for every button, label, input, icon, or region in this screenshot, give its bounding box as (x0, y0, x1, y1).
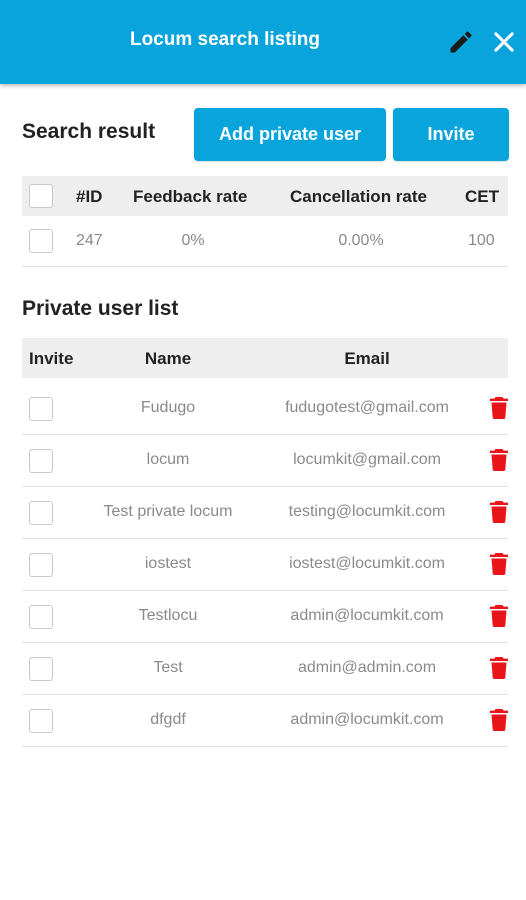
user-name: Testlocu (138, 607, 198, 624)
user-name: locum (146, 451, 190, 468)
cell-id: 247 (76, 232, 103, 249)
list-item: Fudugo fudugotest@gmail.com (22, 383, 508, 435)
row-checkbox[interactable] (29, 229, 53, 253)
column-header-id: #ID (76, 187, 103, 206)
invite-checkbox[interactable] (29, 657, 53, 681)
edit-icon[interactable] (447, 28, 475, 56)
trash-icon[interactable] (489, 396, 509, 420)
search-result-header: #ID Feedback rate Cancellation rate CET (22, 176, 508, 216)
add-private-user-button[interactable]: Add private user (194, 108, 386, 161)
user-email: testing@locumkit.com (288, 503, 446, 520)
invite-checkbox[interactable] (29, 449, 53, 473)
column-header-email: Email (344, 349, 390, 368)
list-item: Test private locum testing@locumkit.com (22, 487, 508, 539)
invite-checkbox[interactable] (29, 397, 53, 421)
private-user-list-title: Private user list (22, 297, 179, 320)
column-header-feedback-rate: Feedback rate (133, 187, 248, 206)
cell-cet: 100 (468, 232, 495, 249)
user-name: Test (153, 659, 183, 676)
list-item: locum locumkit@gmail.com (22, 435, 508, 487)
page-title-text: Locum search listing (129, 29, 321, 50)
invite-checkbox[interactable] (29, 605, 53, 629)
user-email: iostest@locumkit.com (289, 555, 445, 572)
user-email: locumkit@gmail.com (293, 451, 441, 468)
user-email: admin@locumkit.com (290, 607, 444, 624)
user-name: dfgdf (150, 711, 186, 728)
private-user-header: Invite Name Email (22, 338, 508, 378)
invite-checkbox[interactable] (29, 501, 53, 525)
invite-button[interactable]: Invite (393, 108, 509, 161)
column-header-cet: CET (465, 187, 499, 206)
list-item: Test admin@admin.com (22, 643, 508, 695)
search-result-row: 247 0% 0.00% 100 (22, 216, 508, 267)
user-name: iostest (144, 555, 192, 572)
trash-icon[interactable] (489, 500, 509, 524)
close-icon[interactable] (490, 28, 518, 56)
list-item: iostest iostest@locumkit.com (22, 539, 508, 591)
trash-icon[interactable] (489, 656, 509, 680)
user-email: fudugotest@gmail.com (285, 399, 449, 416)
search-result-title: Search result (22, 120, 156, 143)
user-email: admin@admin.com (297, 659, 437, 676)
invite-checkbox[interactable] (29, 553, 53, 577)
list-item: Testlocu admin@locumkit.com (22, 591, 508, 643)
list-item: dfgdf admin@locumkit.com (22, 695, 508, 747)
trash-icon[interactable] (489, 448, 509, 472)
user-name: Fudugo (140, 399, 196, 416)
column-header-cancellation-rate: Cancellation rate (290, 187, 427, 206)
cell-feedback-rate: 0% (181, 232, 205, 249)
invite-checkbox[interactable] (29, 709, 53, 733)
column-header-name: Name (144, 349, 192, 368)
trash-icon[interactable] (489, 604, 509, 628)
column-header-invite: Invite (29, 349, 74, 368)
trash-icon[interactable] (489, 552, 509, 576)
user-email: admin@locumkit.com (290, 711, 444, 728)
user-name: Test private locum (103, 503, 233, 520)
trash-icon[interactable] (489, 708, 509, 732)
select-all-checkbox[interactable] (29, 184, 53, 208)
app-header: Locum search listing (0, 0, 526, 84)
cell-cancellation-rate: 0.00% (338, 232, 384, 249)
